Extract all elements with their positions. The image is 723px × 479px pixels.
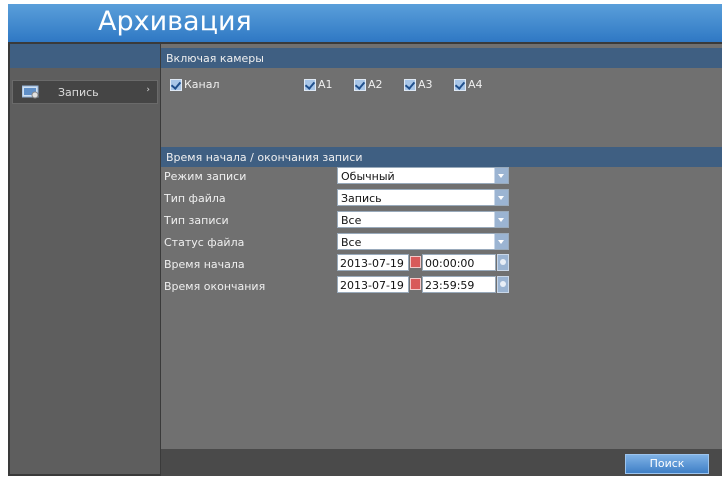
calendar-icon[interactable] — [410, 256, 421, 268]
record-type-label: Тип записи — [164, 214, 229, 227]
file-type-label: Тип файла — [164, 192, 226, 205]
start-date-input[interactable]: 2013-07-19 — [337, 254, 409, 271]
record-mode-label: Режим записи — [164, 170, 247, 183]
time-section-title: Время начала / окончания записи — [166, 151, 363, 164]
checkbox-checked-icon — [354, 79, 366, 91]
camera-label: A3 — [418, 78, 433, 91]
file-status-label: Статус файла — [164, 236, 245, 249]
record-type-value: Все — [341, 214, 362, 227]
record-mode-select[interactable]: Обычный — [337, 167, 509, 184]
camera-checkbox-a3[interactable]: A3 — [404, 78, 433, 94]
cameras-section-title: Включая камеры — [166, 52, 264, 65]
search-button[interactable]: Поиск — [625, 454, 709, 474]
start-datetime: 2013-07-19 00:00:00 — [337, 254, 509, 271]
end-time-input[interactable]: 23:59:59 — [422, 276, 496, 293]
time-spinner-icon[interactable] — [497, 276, 509, 293]
page-title: Архивация — [98, 6, 252, 37]
record-icon — [22, 85, 39, 99]
cameras-section-header: Включая камеры — [161, 48, 722, 68]
chevron-down-icon[interactable] — [494, 190, 508, 205]
chevron-right-icon: › — [146, 85, 150, 95]
sidebar-header — [10, 44, 160, 68]
start-time-label: Время начала — [164, 258, 245, 271]
camera-checkbox-a4[interactable]: A4 — [454, 78, 483, 94]
file-type-value: Запись — [341, 192, 382, 205]
sidebar: Запись › — [10, 44, 160, 474]
chevron-down-icon[interactable] — [494, 234, 508, 249]
end-date-value: 2013-07-19 — [340, 279, 404, 292]
camera-checkbox-channel[interactable]: Канал — [170, 78, 220, 94]
checkbox-checked-icon — [304, 79, 316, 91]
time-spinner-icon[interactable] — [497, 254, 509, 271]
start-date-value: 2013-07-19 — [340, 257, 404, 270]
camera-label: A2 — [368, 78, 383, 91]
chevron-down-icon[interactable] — [494, 168, 508, 183]
record-mode-value: Обычный — [341, 170, 395, 183]
camera-checkbox-a1[interactable]: A1 — [304, 78, 333, 94]
end-time-value: 23:59:59 — [425, 279, 475, 292]
title-bar: Архивация — [8, 4, 722, 42]
camera-label: A1 — [318, 78, 333, 91]
camera-checkbox-a2[interactable]: A2 — [354, 78, 383, 94]
checkbox-checked-icon — [454, 79, 466, 91]
start-time-input[interactable]: 00:00:00 — [422, 254, 496, 271]
file-type-select[interactable]: Запись — [337, 189, 509, 206]
checkbox-checked-icon — [170, 79, 182, 91]
sidebar-item-label: Запись — [58, 86, 99, 99]
sidebar-item-record[interactable]: Запись › — [12, 80, 158, 104]
file-status-select[interactable]: Все — [337, 233, 509, 250]
end-time-label: Время окончания — [164, 280, 266, 293]
end-date-input[interactable]: 2013-07-19 — [337, 276, 409, 293]
camera-label: A4 — [468, 78, 483, 91]
record-type-select[interactable]: Все — [337, 211, 509, 228]
end-datetime: 2013-07-19 23:59:59 — [337, 276, 509, 293]
time-section-header: Время начала / окончания записи — [161, 147, 722, 167]
file-status-value: Все — [341, 236, 362, 249]
chevron-down-icon[interactable] — [494, 212, 508, 227]
start-time-value: 00:00:00 — [425, 257, 475, 270]
camera-label: Канал — [184, 78, 220, 91]
checkbox-checked-icon — [404, 79, 416, 91]
calendar-icon[interactable] — [410, 278, 421, 290]
